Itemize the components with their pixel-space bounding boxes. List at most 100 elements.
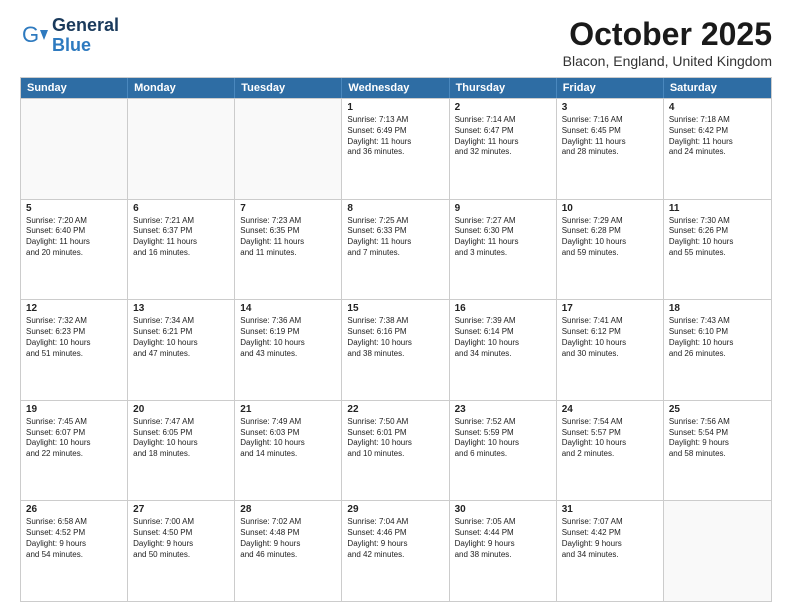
calendar-cell: 24Sunrise: 7:54 AM Sunset: 5:57 PM Dayli… (557, 401, 664, 501)
day-number: 14 (240, 303, 336, 314)
day-header-friday: Friday (557, 78, 664, 98)
day-number: 20 (133, 404, 229, 415)
cell-info: Sunrise: 7:16 AM Sunset: 6:45 PM Dayligh… (562, 115, 658, 158)
day-number: 16 (455, 303, 551, 314)
cell-info: Sunrise: 7:23 AM Sunset: 6:35 PM Dayligh… (240, 216, 336, 259)
calendar-cell: 21 Sunrise: 7:49 AM Sunset: 6:03 PM Dayli… (235, 401, 342, 501)
day-number: 13 (133, 303, 229, 314)
calendar-cell: 13 Sunrise: 7:34 AM Sunset: 6:21 PM Dayli… (128, 300, 235, 400)
cell-info: Sunrise: 7:34 AM Sunset: 6:21 PM Dayligh… (133, 316, 229, 359)
cell-info: Sunrise: 7:07 AM Sunset: 4:42 PM Dayligh… (562, 517, 658, 560)
calendar-row: 12Sunrise: 7:32 AM Sunset: 6:23 PM Dayli… (21, 299, 771, 400)
cell-info: Sunrise: 7:36 AM Sunset: 6:19 PM Dayligh… (240, 316, 336, 359)
calendar-cell: 4 Sunrise: 7:18 AM Sunset: 6:42 PM Daylig… (664, 99, 771, 199)
calendar-cell: 18 Sunrise: 7:43 AM Sunset: 6:10 PM Dayli… (664, 300, 771, 400)
cell-info: Sunrise: 7:05 AM Sunset: 4:44 PM Dayligh… (455, 517, 551, 560)
day-header-tuesday: Tuesday (235, 78, 342, 98)
cell-info: Sunrise: 7:18 AM Sunset: 6:42 PM Dayligh… (669, 115, 766, 158)
cell-info: Sunrise: 6:58 AM Sunset: 4:52 PM Dayligh… (26, 517, 122, 560)
day-number: 19 (26, 404, 122, 415)
cell-info: Sunrise: 7:13 AM Sunset: 6:49 PM Dayligh… (347, 115, 443, 158)
cell-info: Sunrise: 7:56 AM Sunset: 5:54 PM Dayligh… (669, 417, 766, 460)
logo-general: General (52, 16, 119, 36)
day-number: 27 (133, 504, 229, 515)
day-number: 5 (26, 203, 122, 214)
cell-info: Sunrise: 7:47 AM Sunset: 6:05 PM Dayligh… (133, 417, 229, 460)
cell-info: Sunrise: 7:49 AM Sunset: 6:03 PM Dayligh… (240, 417, 336, 460)
day-number: 17 (562, 303, 658, 314)
logo-icon: G (20, 22, 48, 50)
day-number: 4 (669, 102, 766, 113)
calendar-cell: 29Sunrise: 7:04 AM Sunset: 4:46 PM Dayli… (342, 501, 449, 601)
day-header-saturday: Saturday (664, 78, 771, 98)
day-number: 9 (455, 203, 551, 214)
day-number: 7 (240, 203, 336, 214)
cell-info: Sunrise: 7:27 AM Sunset: 6:30 PM Dayligh… (455, 216, 551, 259)
calendar-row: 19 Sunrise: 7:45 AM Sunset: 6:07 PM Dayli… (21, 400, 771, 501)
calendar-cell: 9 Sunrise: 7:27 AM Sunset: 6:30 PM Daylig… (450, 200, 557, 300)
day-number: 22 (347, 404, 443, 415)
calendar-cell: 3Sunrise: 7:16 AM Sunset: 6:45 PM Daylig… (557, 99, 664, 199)
cell-info: Sunrise: 7:02 AM Sunset: 4:48 PM Dayligh… (240, 517, 336, 560)
day-number: 28 (240, 504, 336, 515)
cell-info: Sunrise: 7:04 AM Sunset: 4:46 PM Dayligh… (347, 517, 443, 560)
day-header-sunday: Sunday (21, 78, 128, 98)
day-number: 1 (347, 102, 443, 113)
month-title: October 2025 (563, 16, 772, 53)
location: Blacon, England, United Kingdom (563, 53, 772, 69)
cell-info: Sunrise: 7:50 AM Sunset: 6:01 PM Dayligh… (347, 417, 443, 460)
calendar-cell: 7 Sunrise: 7:23 AM Sunset: 6:35 PM Daylig… (235, 200, 342, 300)
day-number: 21 (240, 404, 336, 415)
calendar-cell: 20 Sunrise: 7:47 AM Sunset: 6:05 PM Dayli… (128, 401, 235, 501)
cell-info: Sunrise: 7:41 AM Sunset: 6:12 PM Dayligh… (562, 316, 658, 359)
calendar-cell: 14 Sunrise: 7:36 AM Sunset: 6:19 PM Dayli… (235, 300, 342, 400)
day-number: 24 (562, 404, 658, 415)
cell-info: Sunrise: 7:43 AM Sunset: 6:10 PM Dayligh… (669, 316, 766, 359)
calendar-cell: 27 Sunrise: 7:00 AM Sunset: 4:50 PM Dayli… (128, 501, 235, 601)
cell-info: Sunrise: 7:21 AM Sunset: 6:37 PM Dayligh… (133, 216, 229, 259)
day-header-thursday: Thursday (450, 78, 557, 98)
calendar-cell (235, 99, 342, 199)
calendar-cell: 28 Sunrise: 7:02 AM Sunset: 4:48 PM Dayli… (235, 501, 342, 601)
calendar-cell: 11Sunrise: 7:30 AM Sunset: 6:26 PM Dayli… (664, 200, 771, 300)
calendar: SundayMondayTuesdayWednesdayThursdayFrid… (20, 77, 772, 602)
calendar-cell: 10 Sunrise: 7:29 AM Sunset: 6:28 PM Dayli… (557, 200, 664, 300)
calendar-cell: 12Sunrise: 7:32 AM Sunset: 6:23 PM Dayli… (21, 300, 128, 400)
calendar-cell: 1 Sunrise: 7:13 AM Sunset: 6:49 PM Daylig… (342, 99, 449, 199)
calendar-cell: 17 Sunrise: 7:41 AM Sunset: 6:12 PM Dayli… (557, 300, 664, 400)
calendar-cell: 6 Sunrise: 7:21 AM Sunset: 6:37 PM Daylig… (128, 200, 235, 300)
calendar-cell (664, 501, 771, 601)
title-block: October 2025 Blacon, England, United Kin… (563, 16, 772, 69)
day-number: 8 (347, 203, 443, 214)
day-number: 12 (26, 303, 122, 314)
day-number: 18 (669, 303, 766, 314)
day-number: 10 (562, 203, 658, 214)
cell-info: Sunrise: 7:00 AM Sunset: 4:50 PM Dayligh… (133, 517, 229, 560)
day-number: 6 (133, 203, 229, 214)
cell-info: Sunrise: 7:38 AM Sunset: 6:16 PM Dayligh… (347, 316, 443, 359)
day-number: 15 (347, 303, 443, 314)
cell-info: Sunrise: 7:29 AM Sunset: 6:28 PM Dayligh… (562, 216, 658, 259)
calendar-body: 1 Sunrise: 7:13 AM Sunset: 6:49 PM Daylig… (21, 98, 771, 601)
calendar-row: 1 Sunrise: 7:13 AM Sunset: 6:49 PM Daylig… (21, 98, 771, 199)
cell-info: Sunrise: 7:45 AM Sunset: 6:07 PM Dayligh… (26, 417, 122, 460)
logo-text: General Blue (52, 16, 119, 56)
calendar-cell: 23Sunrise: 7:52 AM Sunset: 5:59 PM Dayli… (450, 401, 557, 501)
day-number: 11 (669, 203, 766, 214)
day-header-wednesday: Wednesday (342, 78, 449, 98)
day-number: 25 (669, 404, 766, 415)
calendar-cell: 31Sunrise: 7:07 AM Sunset: 4:42 PM Dayli… (557, 501, 664, 601)
calendar-row: 5 Sunrise: 7:20 AM Sunset: 6:40 PM Daylig… (21, 199, 771, 300)
day-number: 2 (455, 102, 551, 113)
day-number: 26 (26, 504, 122, 515)
cell-info: Sunrise: 7:20 AM Sunset: 6:40 PM Dayligh… (26, 216, 122, 259)
calendar-cell: 26 Sunrise: 6:58 AM Sunset: 4:52 PM Dayli… (21, 501, 128, 601)
cell-info: Sunrise: 7:14 AM Sunset: 6:47 PM Dayligh… (455, 115, 551, 158)
cell-info: Sunrise: 7:25 AM Sunset: 6:33 PM Dayligh… (347, 216, 443, 259)
day-number: 30 (455, 504, 551, 515)
calendar-cell: 16Sunrise: 7:39 AM Sunset: 6:14 PM Dayli… (450, 300, 557, 400)
calendar-cell: 22 Sunrise: 7:50 AM Sunset: 6:01 PM Dayli… (342, 401, 449, 501)
calendar-header: SundayMondayTuesdayWednesdayThursdayFrid… (21, 78, 771, 98)
day-number: 23 (455, 404, 551, 415)
svg-text:G: G (22, 22, 39, 47)
